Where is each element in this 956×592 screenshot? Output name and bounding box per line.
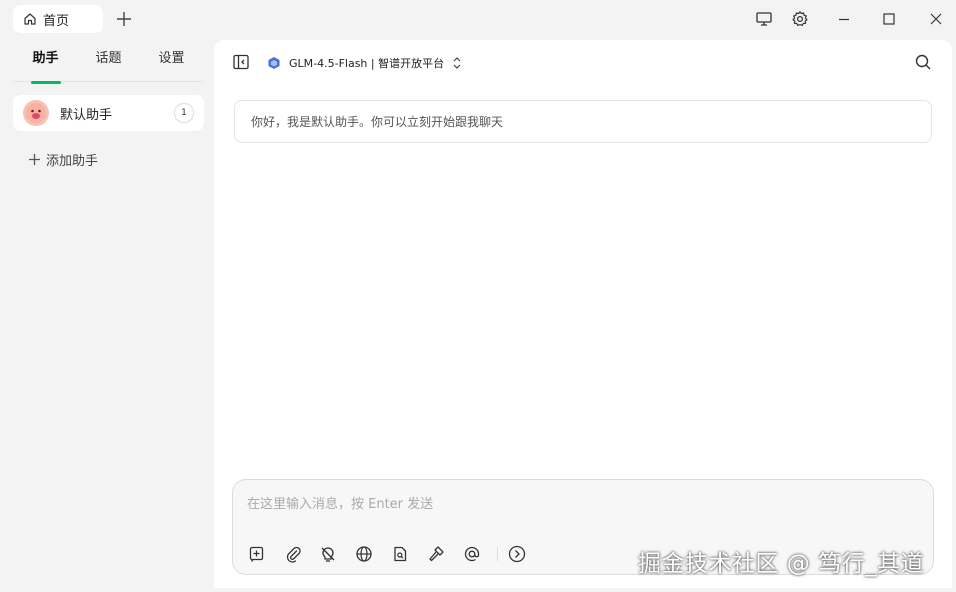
- assistant-name: 默认助手: [60, 107, 113, 123]
- tab-home[interactable]: 首页: [13, 5, 103, 33]
- hammer-icon: [427, 545, 445, 563]
- model-name: GLM-4.5-Flash | 智谱开放平台: [289, 57, 445, 70]
- sidebar-collapse-icon: [232, 53, 252, 71]
- sidebar: 助手 话题 设置 默认助手 1 添加助手: [0, 40, 214, 592]
- maximize-button[interactable]: [879, 9, 899, 29]
- add-assistant-label: 添加助手: [46, 154, 99, 169]
- plus-icon: [114, 9, 134, 29]
- title-bar: 首页: [0, 0, 956, 40]
- toggle-sidebar-button[interactable]: [232, 53, 252, 73]
- watermark: 掘金技术社区 @ 笃行_其道: [638, 551, 925, 577]
- maximize-icon: [880, 10, 898, 28]
- home-icon: [23, 12, 37, 26]
- chat-panel: GLM-4.5-Flash | 智谱开放平台 你好，我是默认助手。你可以立刻开始…: [214, 40, 952, 588]
- assistant-item-default[interactable]: 默认助手 1: [13, 95, 204, 131]
- new-topic-button[interactable]: [247, 544, 267, 564]
- knowledge-icon: [391, 545, 409, 563]
- plus-icon: [28, 153, 41, 166]
- minimize-icon: [835, 10, 853, 28]
- tools-button[interactable]: [426, 544, 446, 564]
- thinking-off-icon: [319, 545, 337, 563]
- attachment-button[interactable]: [283, 544, 303, 564]
- welcome-text: 你好，我是默认助手。你可以立刻开始跟我聊天: [251, 115, 504, 129]
- thinking-toggle-button[interactable]: [318, 544, 338, 564]
- toolbar-divider: [497, 547, 498, 561]
- zhipu-logo-icon: [267, 56, 281, 70]
- chat-topbar: GLM-4.5-Flash | 智谱开放平台: [214, 40, 952, 86]
- tab-topics[interactable]: 话题: [77, 46, 140, 81]
- mention-model-button[interactable]: [462, 544, 482, 564]
- home-tab-label: 首页: [43, 13, 70, 29]
- new-tab-button[interactable]: [114, 9, 134, 29]
- globe-icon: [355, 545, 373, 563]
- chevron-updown-icon: [452, 56, 462, 70]
- mention-icon: [463, 545, 481, 563]
- message-input[interactable]: [247, 492, 917, 516]
- new-topic-icon: [248, 545, 266, 563]
- search-button[interactable]: [914, 53, 934, 73]
- topic-count-badge: 1: [174, 103, 194, 123]
- gear-icon: [791, 10, 809, 28]
- tab-settings[interactable]: 设置: [140, 46, 203, 81]
- web-search-button[interactable]: [354, 544, 374, 564]
- arrow-right-icon: [508, 545, 526, 563]
- close-icon: [927, 10, 945, 28]
- minimize-button[interactable]: [834, 9, 854, 29]
- model-selector[interactable]: GLM-4.5-Flash | 智谱开放平台: [267, 54, 462, 72]
- search-icon: [914, 53, 934, 71]
- mini-window-button[interactable]: [754, 9, 774, 29]
- tab-assistants[interactable]: 助手: [14, 46, 77, 81]
- welcome-message: 你好，我是默认助手。你可以立刻开始跟我聊天: [234, 100, 932, 143]
- knowledge-base-button[interactable]: [390, 544, 410, 564]
- monitor-icon: [755, 10, 773, 28]
- attachment-icon: [284, 545, 302, 563]
- expand-toolbar-button[interactable]: [507, 544, 527, 564]
- sidebar-tabs: 助手 话题 设置: [14, 46, 203, 82]
- avatar: [23, 100, 49, 126]
- settings-button[interactable]: [790, 9, 810, 29]
- close-button[interactable]: [926, 9, 946, 29]
- add-assistant-button[interactable]: 添加助手: [28, 150, 98, 169]
